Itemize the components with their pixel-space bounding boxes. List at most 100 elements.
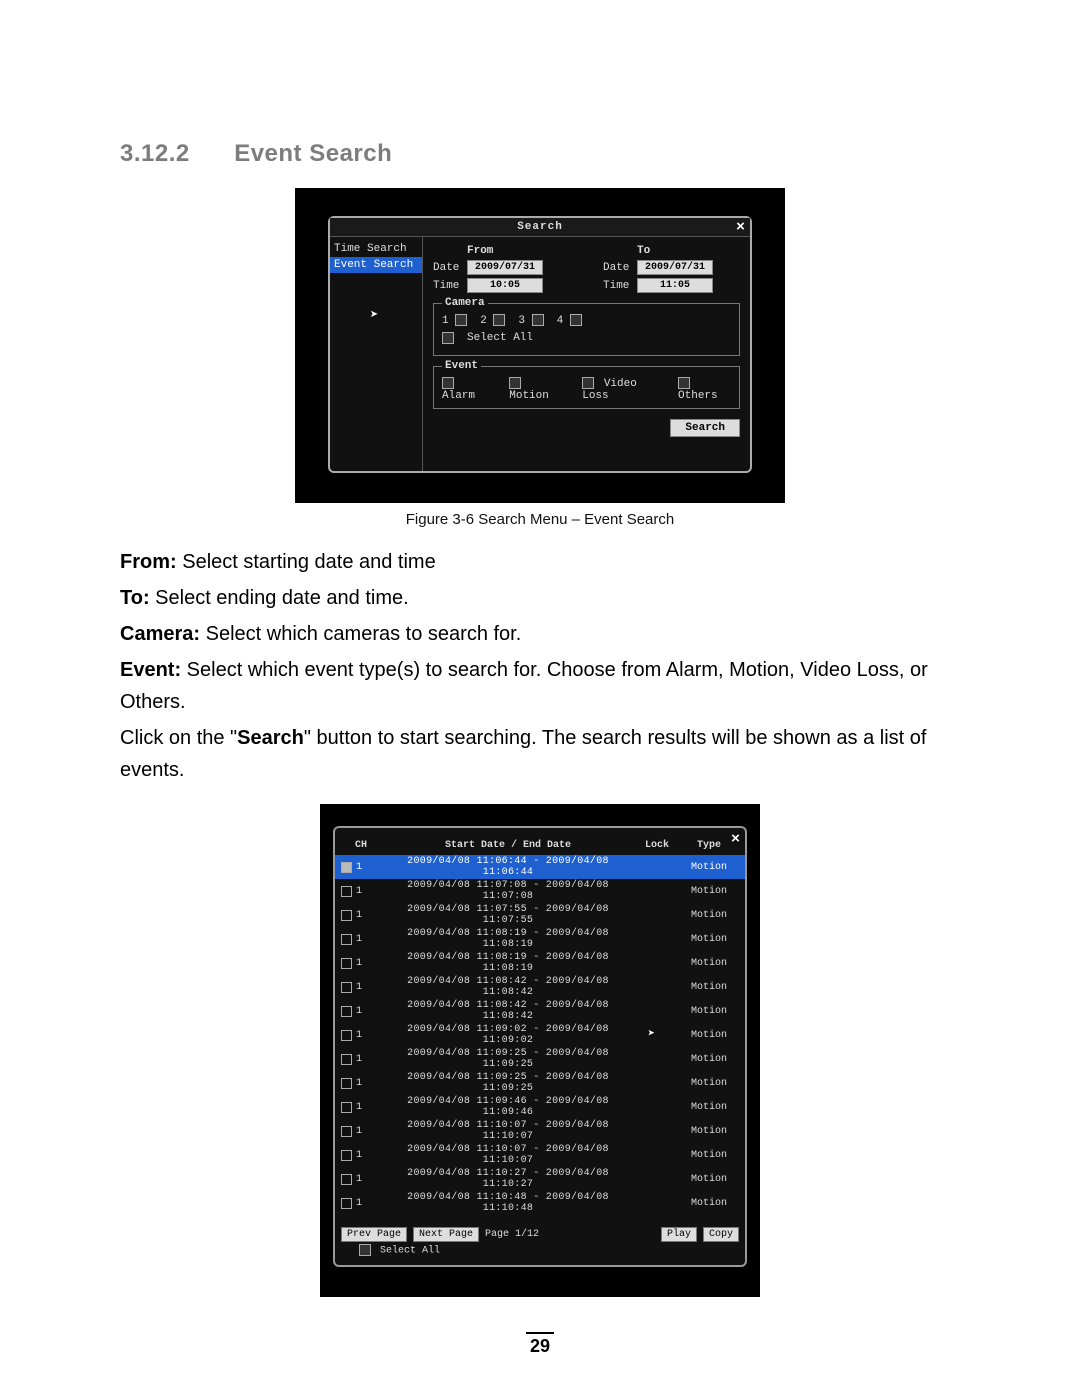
row-checkbox[interactable] [341,862,352,873]
camera-legend: Camera [442,297,488,309]
play-button[interactable]: Play [661,1227,697,1242]
date-label: Date [433,262,463,274]
result-row[interactable]: 12009/04/08 11:08:19 - 2009/04/08 11:08:… [335,951,745,975]
results-dialog: × CH Start Date / End Date Lock Type 120… [333,826,747,1267]
row-checkbox[interactable] [341,1030,352,1041]
row-type: Motion [679,1150,739,1161]
result-row[interactable]: 12009/04/08 11:07:08 - 2009/04/08 11:07:… [335,879,745,903]
search-button[interactable]: Search [670,419,740,437]
time-label: Time [433,280,463,292]
desc-click: Click on the "Search" button to start se… [120,722,960,786]
result-row[interactable]: 12009/04/08 11:10:27 - 2009/04/08 11:10:… [335,1167,745,1191]
row-ch: 1 [356,910,362,921]
row-checkbox[interactable] [341,934,352,945]
row-ch: 1 [356,1006,362,1017]
event-fieldset: Event Alarm Motion Video Loss Others [433,366,740,409]
cursor-icon: ➤ [648,1026,655,1041]
select-all-checkbox[interactable] [442,332,454,344]
row-checkbox[interactable] [341,1198,352,1209]
row-type: Motion [679,1198,739,1209]
row-ch: 1 [356,1054,362,1065]
time-label: Time [603,280,633,292]
row-ch: 1 [356,934,362,945]
row-type: Motion [679,1102,739,1113]
result-row[interactable]: 1 2009/04/08 11:09:02 - 2009/04/08 11:09:… [335,1023,745,1047]
result-row[interactable]: 1 2009/04/08 11:09:25 - 2009/04/08 11:09:… [335,1071,745,1095]
row-type: Motion [679,1030,739,1041]
event-checkbox-video-loss[interactable]: Video Loss [582,377,658,402]
row-type: Motion [679,1054,739,1065]
sidebar-item-event-search[interactable]: Event Search [330,257,422,273]
from-time-field[interactable]: 10:05 [467,278,543,293]
row-type: Motion [679,1078,739,1089]
row-dates: 2009/04/08 11:09:25 - 2009/04/08 11:09:2… [381,1048,635,1070]
close-icon[interactable]: × [731,831,740,848]
figure-1: Search × Time Search Event Search ➤ From… [295,188,785,503]
row-checkbox[interactable] [341,1102,352,1113]
row-dates: 2009/04/08 11:07:08 - 2009/04/08 11:07:0… [381,880,635,902]
result-row[interactable]: 1 2009/04/08 11:09:25 - 2009/04/08 11:09:… [335,1047,745,1071]
page-indicator: Page 1/12 [485,1229,539,1240]
select-all-checkbox[interactable] [359,1244,371,1256]
from-header: From [433,245,543,257]
event-checkbox-motion[interactable]: Motion [509,377,562,402]
result-row[interactable]: 12009/04/08 11:10:07 - 2009/04/08 11:10:… [335,1119,745,1143]
row-ch: 1 [356,1030,362,1041]
result-row[interactable]: 1 2009/04/08 11:08:19 - 2009/04/08 11:08:… [335,927,745,951]
desc-camera: Camera: Select which cameras to search f… [120,618,960,650]
row-ch: 1 [356,1078,362,1089]
result-row[interactable]: 12009/04/08 11:08:42 - 2009/04/08 11:08:… [335,975,745,999]
dialog-sidebar: Time Search Event Search ➤ [330,237,423,471]
row-checkbox[interactable] [341,1126,352,1137]
date-label: Date [603,262,633,274]
row-dates: 2009/04/08 11:08:42 - 2009/04/08 11:08:4… [381,1000,635,1022]
from-date-field[interactable]: 2009/07/31 [467,260,543,275]
row-checkbox[interactable] [341,886,352,897]
row-checkbox[interactable] [341,1054,352,1065]
camera-checkbox-2[interactable]: 2 [480,314,508,327]
result-row[interactable]: 1 2009/04/08 11:10:48 - 2009/04/08 11:10:… [335,1191,745,1215]
row-type: Motion [679,886,739,897]
row-checkbox[interactable] [341,1006,352,1017]
row-type: Motion [679,910,739,921]
dialog-titlebar: Search × [330,218,750,237]
row-ch: 1 [356,1174,362,1185]
result-row[interactable]: 12009/04/08 11:10:07 - 2009/04/08 11:10:… [335,1143,745,1167]
row-checkbox[interactable] [341,1078,352,1089]
sidebar-item-time-search[interactable]: Time Search [330,241,422,257]
to-time-field[interactable]: 11:05 [637,278,713,293]
camera-checkbox-3[interactable]: 3 [518,314,546,327]
camera-checkbox-1[interactable]: 1 [442,314,470,327]
row-type: Motion [679,958,739,969]
row-ch: 1 [356,1198,362,1209]
desc-from: From: Select starting date and time [120,546,960,578]
prev-page-button[interactable]: Prev Page [341,1227,407,1242]
section-title: Event Search [234,140,392,167]
figure-2: × CH Start Date / End Date Lock Type 120… [320,804,760,1297]
row-type: Motion [679,982,739,993]
copy-button[interactable]: Copy [703,1227,739,1242]
result-row[interactable]: 12009/04/08 11:07:55 - 2009/04/08 11:07:… [335,903,745,927]
row-checkbox[interactable] [341,1150,352,1161]
event-checkbox-others[interactable]: Others [678,377,731,402]
result-row[interactable]: 12009/04/08 11:09:46 - 2009/04/08 11:09:… [335,1095,745,1119]
to-header: To [603,245,713,257]
row-ch: 1 [356,1102,362,1113]
row-checkbox[interactable] [341,982,352,993]
row-dates: 2009/04/08 11:08:42 - 2009/04/08 11:08:4… [381,976,635,998]
next-page-button[interactable]: Next Page [413,1227,479,1242]
row-dates: 2009/04/08 11:08:19 - 2009/04/08 11:08:1… [381,928,635,950]
row-checkbox[interactable] [341,958,352,969]
event-checkbox-alarm[interactable]: Alarm [442,377,489,402]
row-dates: 2009/04/08 11:09:02 - 2009/04/08 11:09:0… [381,1024,635,1046]
row-dates: 2009/04/08 11:09:25 - 2009/04/08 11:09:2… [381,1072,635,1094]
row-dates: 2009/04/08 11:10:48 - 2009/04/08 11:10:4… [381,1192,635,1214]
to-date-field[interactable]: 2009/07/31 [637,260,713,275]
close-icon[interactable]: × [736,219,746,236]
row-checkbox[interactable] [341,910,352,921]
result-row[interactable]: 12009/04/08 11:06:44 - 2009/04/08 11:06:… [335,855,745,879]
result-row[interactable]: 1 2009/04/08 11:08:42 - 2009/04/08 11:08:… [335,999,745,1023]
row-checkbox[interactable] [341,1174,352,1185]
dialog-title: Search [517,221,563,233]
camera-checkbox-4[interactable]: 4 [557,314,585,327]
